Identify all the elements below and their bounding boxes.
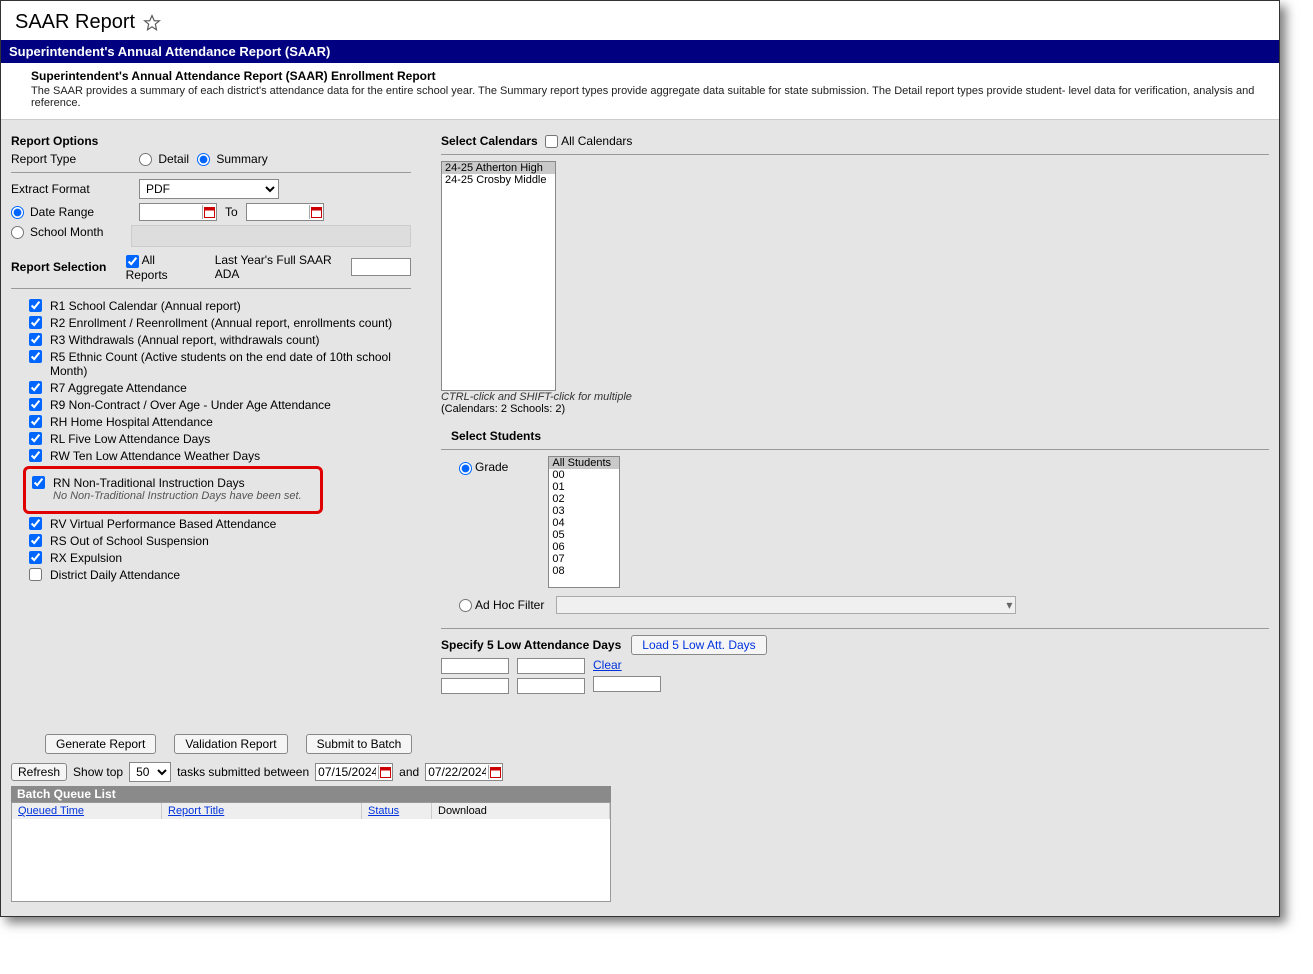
- report-list: R1 School Calendar (Annual report) R2 Enr…: [29, 299, 411, 582]
- select-students-label: Select Students: [451, 429, 1269, 443]
- calendar-icon[interactable]: [488, 765, 502, 779]
- low-day-input-1[interactable]: [441, 658, 509, 674]
- clear-low-days-link[interactable]: Clear: [593, 658, 661, 672]
- batch-date-to[interactable]: [425, 763, 503, 781]
- report-item[interactable]: RV Virtual Performance Based Attendance: [29, 517, 411, 531]
- report-item[interactable]: RL Five Low Attendance Days: [29, 432, 411, 446]
- last-year-ada-input[interactable]: [351, 258, 411, 276]
- col-report-title[interactable]: Report Title: [162, 803, 362, 819]
- report-type-label: Report Type: [11, 152, 131, 166]
- report-type-detail-option[interactable]: Detail: [139, 152, 189, 166]
- grade-item[interactable]: 02: [549, 493, 619, 505]
- report-item[interactable]: R2 Enrollment / Reenrollment (Annual rep…: [29, 316, 411, 330]
- batch-queue-table: Queued Time Report Title Status Download: [11, 802, 611, 902]
- col-queued-time[interactable]: Queued Time: [12, 803, 162, 819]
- report-item[interactable]: R1 School Calendar (Annual report): [29, 299, 411, 313]
- report-selection-label: Report Selection: [11, 260, 118, 274]
- extract-format-label: Extract Format: [11, 182, 131, 196]
- generate-report-button[interactable]: Generate Report: [45, 734, 156, 754]
- report-item[interactable]: RN Non-Traditional Instruction DaysNo No…: [32, 476, 314, 502]
- specify-low-days-label: Specify 5 Low Attendance Days: [441, 638, 621, 652]
- highlighted-report-box: RN Non-Traditional Instruction DaysNo No…: [23, 466, 323, 514]
- calendar-hint: CTRL-click and SHIFT-click for multiple: [441, 391, 1269, 403]
- batch-date-from[interactable]: [315, 763, 393, 781]
- report-item[interactable]: RH Home Hospital Attendance: [29, 415, 411, 429]
- calendar-list[interactable]: 24-25 Atherton High24-25 Crosby Middle: [441, 161, 556, 391]
- low-day-input-2[interactable]: [517, 658, 585, 674]
- select-calendars-label: Select Calendars: [441, 134, 538, 148]
- adhoc-filter-option[interactable]: Ad Hoc Filter: [459, 598, 544, 612]
- calendar-icon[interactable]: [202, 205, 216, 219]
- grade-item[interactable]: 05: [549, 529, 619, 541]
- grade-item[interactable]: All Students: [549, 457, 619, 469]
- calendar-icon[interactable]: [378, 765, 392, 779]
- description-body: The SAAR provides a summary of each dist…: [31, 85, 1269, 109]
- banner-title: Superintendent's Annual Attendance Repor…: [1, 40, 1279, 63]
- report-item[interactable]: R5 Ethnic Count (Active students on the …: [29, 350, 411, 378]
- grade-list[interactable]: All Students000102030405060708: [548, 456, 620, 588]
- batch-queue-body: [13, 820, 609, 900]
- adhoc-filter-select[interactable]: ▾: [556, 596, 1016, 614]
- grade-item[interactable]: 06: [549, 541, 619, 553]
- low-day-input-3[interactable]: [593, 676, 661, 692]
- load-low-days-button[interactable]: Load 5 Low Att. Days: [631, 635, 766, 655]
- date-range-to[interactable]: [246, 203, 324, 221]
- col-status[interactable]: Status: [362, 803, 432, 819]
- calendar-counts: (Calendars: 2 Schools: 2): [441, 403, 1269, 415]
- favorite-star-icon[interactable]: [143, 14, 161, 32]
- grade-item[interactable]: 03: [549, 505, 619, 517]
- col-download: Download: [432, 803, 610, 819]
- low-day-input-4[interactable]: [441, 678, 509, 694]
- report-item[interactable]: R7 Aggregate Attendance: [29, 381, 411, 395]
- calendar-item[interactable]: 24-25 Atherton High: [442, 162, 555, 174]
- description-section: Superintendent's Annual Attendance Repor…: [1, 63, 1279, 120]
- page-title: SAAR Report: [15, 11, 135, 34]
- report-item[interactable]: RW Ten Low Attendance Weather Days: [29, 449, 411, 463]
- all-reports-checkbox[interactable]: All Reports: [126, 253, 192, 281]
- report-type-summary-option[interactable]: Summary: [197, 152, 268, 166]
- submit-to-batch-button[interactable]: Submit to Batch: [306, 734, 413, 754]
- low-day-input-5[interactable]: [517, 678, 585, 694]
- refresh-button[interactable]: Refresh: [11, 763, 67, 781]
- description-title: Superintendent's Annual Attendance Repor…: [31, 69, 1269, 83]
- date-range-from[interactable]: [139, 203, 217, 221]
- all-calendars-checkbox[interactable]: All Calendars: [545, 134, 632, 148]
- grade-item[interactable]: 08: [549, 565, 619, 577]
- validation-report-button[interactable]: Validation Report: [174, 734, 287, 754]
- batch-queue-header: Batch Queue List: [11, 786, 611, 802]
- report-item[interactable]: RS Out of School Suspension: [29, 534, 411, 548]
- last-year-ada-label: Last Year's Full SAAR ADA: [215, 253, 343, 281]
- report-item[interactable]: District Daily Attendance: [29, 568, 411, 582]
- calendar-item[interactable]: 24-25 Crosby Middle: [442, 174, 555, 186]
- date-range-option[interactable]: Date Range: [11, 205, 131, 219]
- school-month-option[interactable]: School Month: [11, 225, 131, 239]
- grade-item[interactable]: 07: [549, 553, 619, 565]
- grade-option[interactable]: Grade: [459, 460, 508, 474]
- calendar-icon[interactable]: [309, 205, 323, 219]
- grade-item[interactable]: 01: [549, 481, 619, 493]
- show-top-select[interactable]: 50: [129, 762, 171, 782]
- extract-format-select[interactable]: PDF: [139, 179, 279, 199]
- report-item[interactable]: R9 Non-Contract / Over Age - Under Age A…: [29, 398, 411, 412]
- grade-item[interactable]: 00: [549, 469, 619, 481]
- page-title-bar: SAAR Report: [1, 1, 1279, 40]
- report-item[interactable]: R3 Withdrawals (Annual report, withdrawa…: [29, 333, 411, 347]
- report-options-header: Report Options: [11, 134, 411, 148]
- report-item[interactable]: RX Expulsion: [29, 551, 411, 565]
- grade-item[interactable]: 04: [549, 517, 619, 529]
